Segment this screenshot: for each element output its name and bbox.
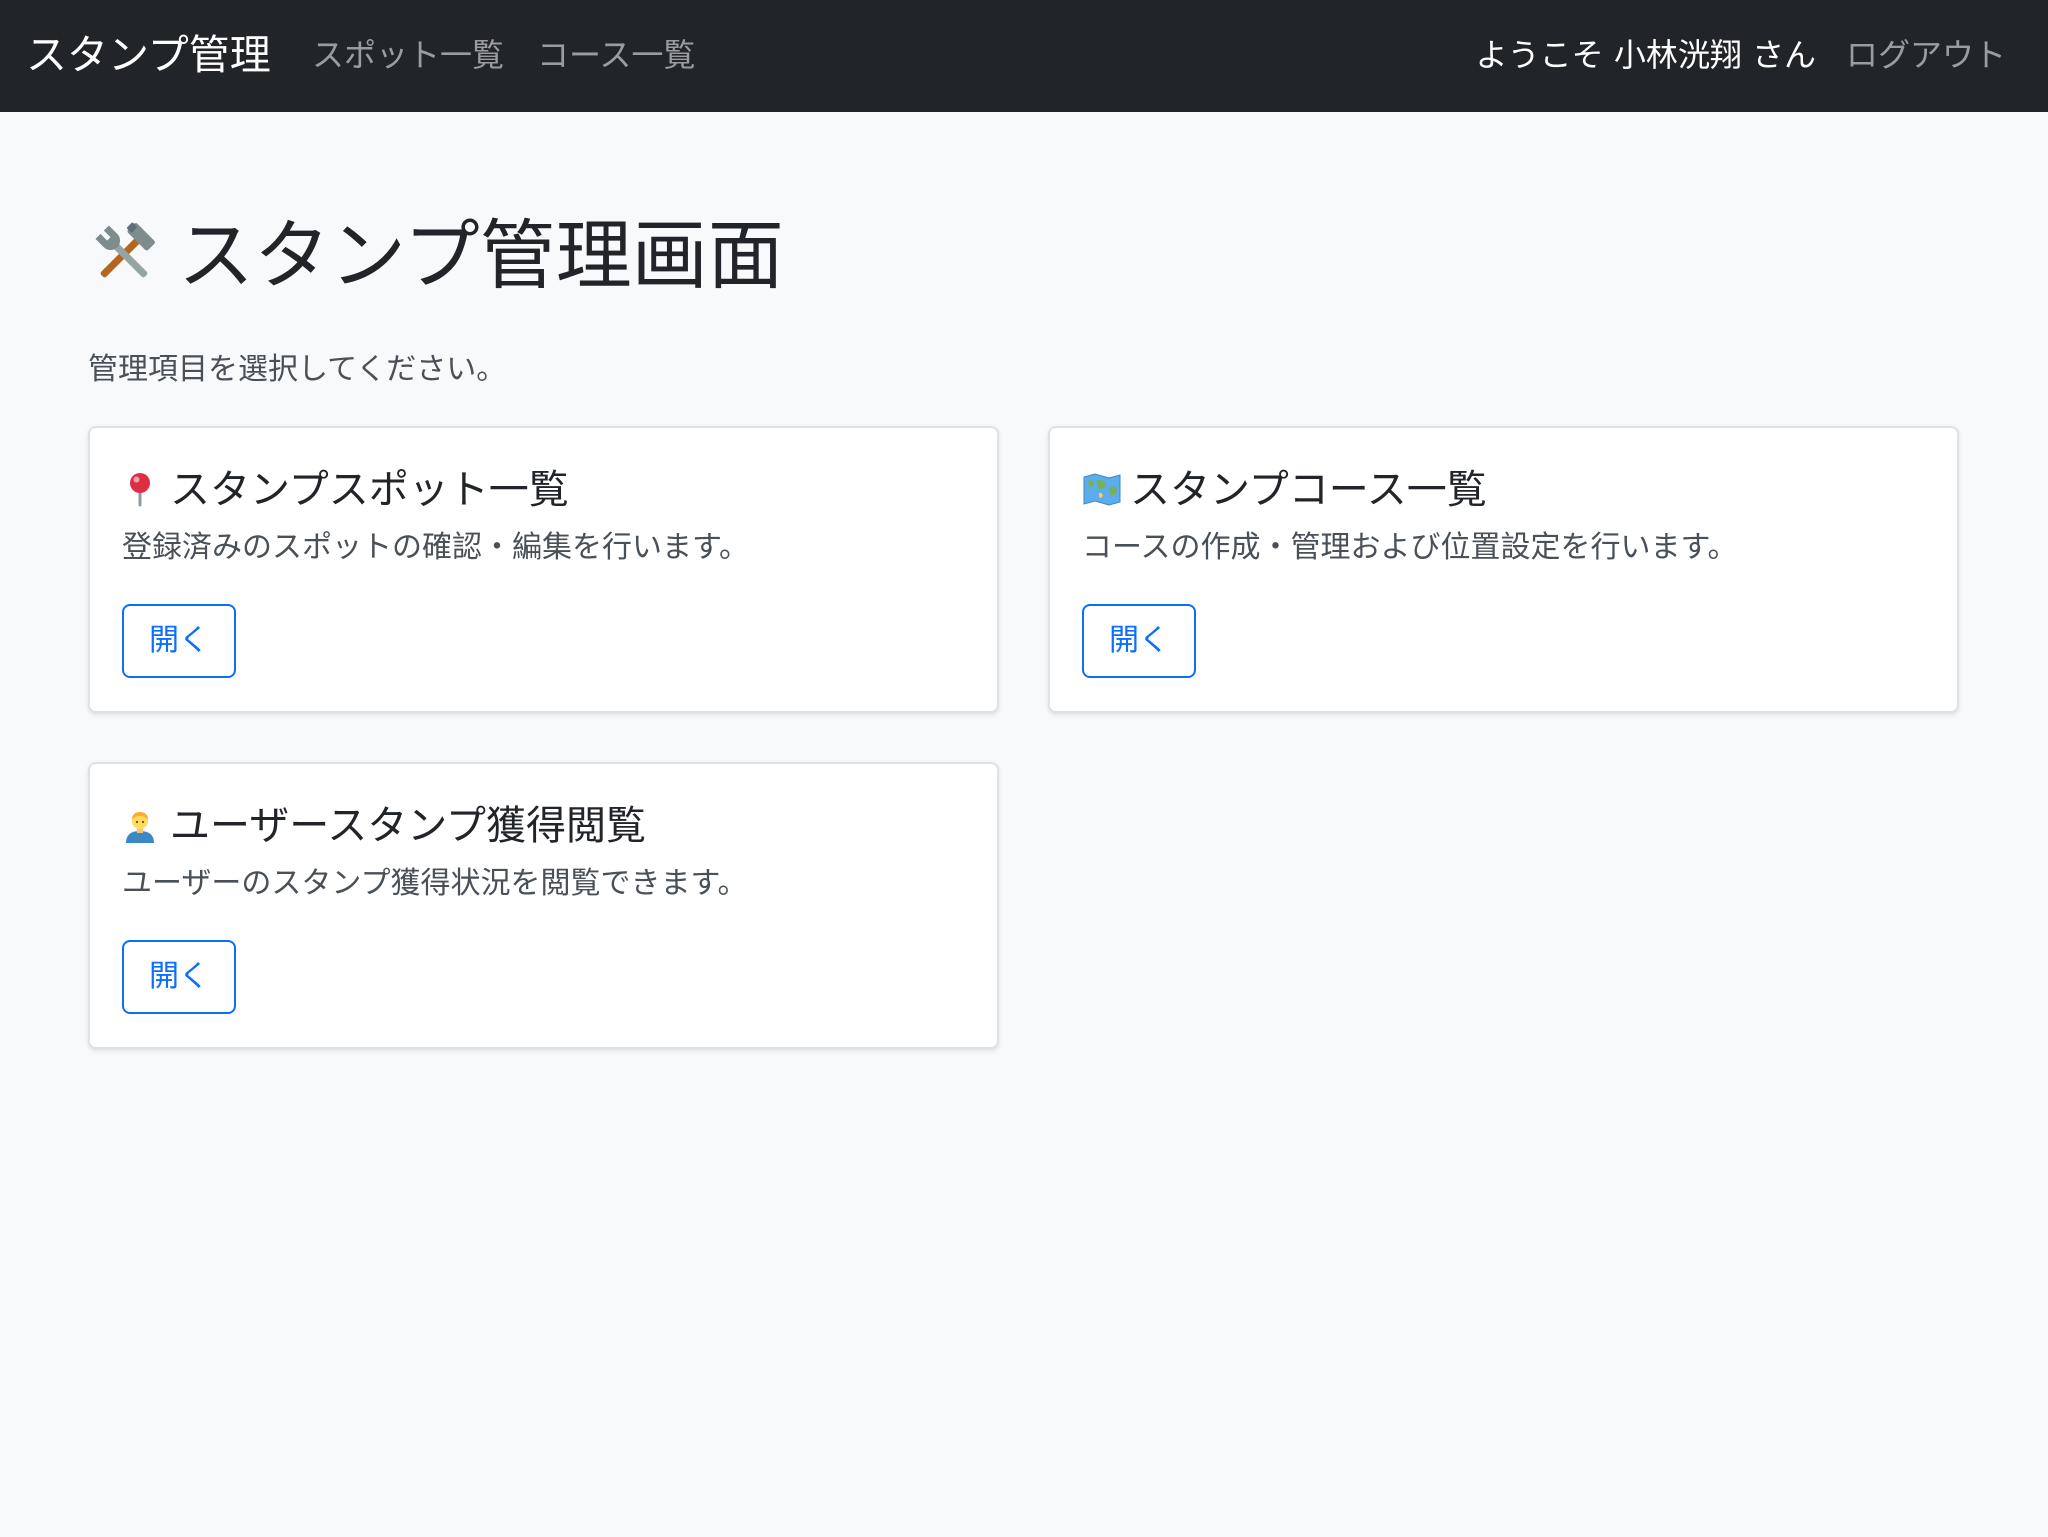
page-subtitle: 管理項目を選択してください。	[88, 352, 507, 387]
card-stamp-courses: スタンプコース一覧 コースの作成・管理および位置設定を行います。 開く	[1048, 426, 1959, 713]
card-title-text: ユーザースタンプ獲得閲覧	[170, 803, 646, 849]
open-courses-button[interactable]: 開く	[1082, 604, 1196, 678]
card-title-text: スタンプスポット一覧	[170, 467, 569, 513]
card-description: 登録済みのスポットの確認・編集を行います。	[122, 530, 749, 565]
card-stamp-spots: スタンプスポット一覧 登録済みのスポットの確認・編集を行います。 開く	[88, 426, 999, 713]
hammer-and-wrench-icon	[86, 216, 162, 292]
card-title: スタンプスポット一覧	[122, 460, 569, 520]
brand-link[interactable]: スタンプ管理	[26, 24, 271, 86]
top-navbar: スタンプ管理 スポット一覧 コース一覧 ようこそ 小林洸翔 さん ログアウト	[0, 0, 2048, 112]
card-user-stamps: ユーザースタンプ獲得閲覧 ユーザーのスタンプ獲得状況を閲覧できます。 開く	[88, 762, 999, 1049]
card-description: ユーザーのスタンプ獲得状況を閲覧できます。	[122, 866, 748, 901]
nav-link-spots[interactable]: スポット一覧	[312, 32, 504, 78]
round-pushpin-icon	[122, 464, 158, 507]
page-title-text: スタンプ管理画面	[178, 211, 784, 300]
nav-link-courses[interactable]: コース一覧	[537, 32, 695, 78]
card-title: ユーザースタンプ獲得閲覧	[122, 796, 646, 856]
card-title-text: スタンプコース一覧	[1130, 467, 1487, 513]
page-title: スタンプ管理画面	[86, 206, 784, 306]
logout-link[interactable]: ログアウト	[1846, 32, 2006, 78]
open-user-stamps-button[interactable]: 開く	[122, 940, 236, 1014]
world-map-icon	[1082, 464, 1121, 506]
card-title: スタンプコース一覧	[1082, 460, 1487, 520]
card-description: コースの作成・管理および位置設定を行います。	[1082, 530, 1738, 565]
open-spots-button[interactable]: 開く	[122, 604, 236, 678]
user-icon	[122, 800, 158, 843]
welcome-text: ようこそ 小林洸翔 さん	[1475, 36, 1816, 74]
